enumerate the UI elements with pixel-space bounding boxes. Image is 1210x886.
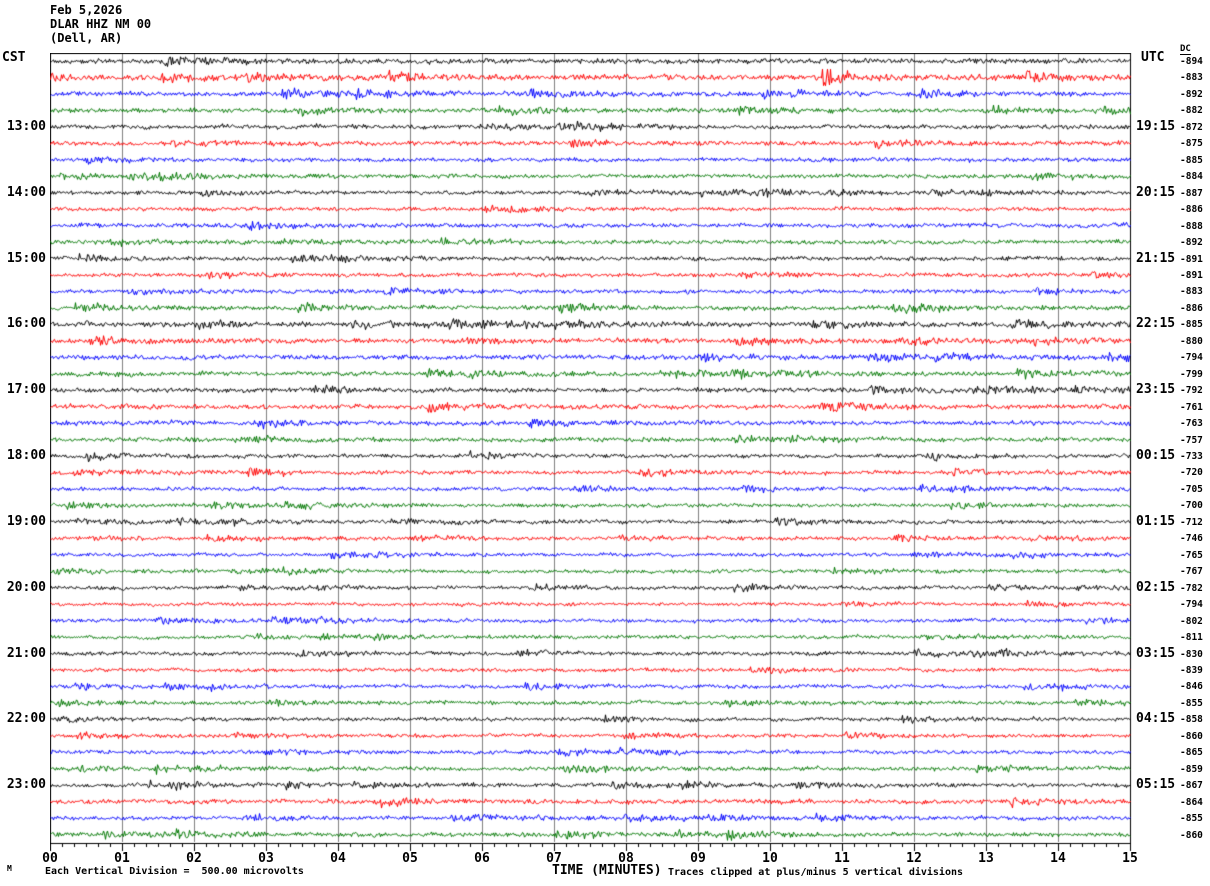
dc-offset-value: -891 (1180, 269, 1203, 281)
dc-offset-value: -894 (1180, 56, 1203, 67)
dc-offset-value: -720 (1180, 467, 1203, 479)
minute-tick-label: 00 (42, 851, 58, 866)
utc-hour-label: 04:15 (1136, 711, 1176, 727)
utc-hour-label: 02:15 (1136, 579, 1176, 595)
minute-tick-label: 04 (330, 851, 346, 866)
dc-offset-value: -885 (1180, 319, 1203, 331)
dc-offset-value: -799 (1180, 368, 1203, 380)
dc-offset-value: -882 (1180, 105, 1203, 117)
utc-hour-label: 19:15 (1136, 118, 1176, 134)
minute-tick-label: 01 (114, 851, 130, 866)
cst-hour-label: 17:00 (6, 382, 46, 398)
dc-offset-value: -860 (1180, 829, 1203, 841)
utc-hour-label: 21:15 (1136, 250, 1176, 266)
dc-offset-value: -761 (1180, 401, 1203, 413)
minute-tick-label: 06 (474, 851, 490, 866)
cst-hour-label: 15:00 (6, 250, 46, 266)
dc-offset-value: -792 (1180, 385, 1203, 397)
cst-hour-label: 22:00 (6, 711, 46, 727)
clipping-note: Traces clipped at plus/minus 5 vertical … (668, 867, 964, 878)
utc-hour-label: 23:15 (1136, 382, 1176, 398)
vertical-scale-note: Each Vertical Division = 500.00 microvol… (45, 866, 304, 877)
dc-offset-value: -884 (1180, 171, 1203, 183)
dc-offset-value: -855 (1180, 697, 1203, 709)
dc-offset-value: -733 (1180, 451, 1203, 462)
dc-offset-value: -794 (1180, 352, 1203, 364)
dc-offset-value: -867 (1180, 780, 1203, 792)
date-label: Feb 5,2026 (50, 3, 123, 17)
cst-hour-label: 19:00 (6, 513, 46, 529)
dc-offset-value: -746 (1180, 533, 1203, 545)
minute-tick-label: 11 (834, 851, 850, 866)
dc-offset-value: -802 (1180, 615, 1203, 627)
minute-tick-label: 05 (402, 851, 418, 866)
right-timezone-label: UTC (1141, 50, 1165, 65)
dc-offset-value: -846 (1180, 681, 1203, 693)
utc-hour-label: 20:15 (1136, 184, 1176, 200)
station-location-label: (Dell, AR) (50, 31, 123, 45)
watermark-glyph: M (7, 864, 12, 873)
utc-hour-label: 00:15 (1136, 448, 1176, 463)
dc-offset-value: -830 (1180, 648, 1203, 660)
dc-offset-value: -883 (1180, 72, 1203, 84)
dc-offset-value: -887 (1180, 187, 1203, 199)
utc-hour-label: 01:15 (1136, 513, 1176, 529)
utc-hour-label: 05:15 (1136, 777, 1176, 793)
dc-offset-value: -763 (1180, 418, 1203, 430)
dc-offset-value: -767 (1180, 566, 1203, 578)
dc-offset-value: -859 (1180, 763, 1203, 775)
dc-offset-value: -860 (1180, 730, 1203, 742)
seismogram-plot (50, 53, 1132, 853)
cst-hour-label: 20:00 (6, 579, 46, 595)
dc-offset-value: -782 (1180, 582, 1203, 594)
cst-hour-label: 14:00 (6, 184, 46, 200)
dc-offset-value: -855 (1180, 813, 1203, 825)
dc-offset-value: -872 (1180, 121, 1203, 133)
dc-offset-value: -839 (1180, 664, 1203, 676)
dc-offset-value: -875 (1180, 138, 1203, 150)
dc-offset-value: -757 (1180, 434, 1203, 446)
dc-offset-value: -865 (1180, 747, 1203, 759)
station-code-label: DLAR HHZ NM 00 (50, 17, 152, 31)
title-block: Feb 5,2026 DLAR HHZ NM 00 (Dell, AR) (50, 3, 151, 45)
cst-hour-label: 16:00 (6, 316, 46, 332)
dc-offset-value: -811 (1180, 632, 1203, 644)
minute-tick-label: 02 (186, 851, 202, 866)
minute-tick-label: 03 (258, 851, 274, 866)
dc-offset-value: -883 (1180, 286, 1203, 298)
dc-offset-column-header: DC (1180, 44, 1191, 55)
minute-tick-label: 12 (906, 851, 922, 866)
cst-hour-label: 21:00 (6, 645, 46, 661)
dc-offset-value: -886 (1180, 204, 1203, 216)
minute-tick-label: 10 (762, 851, 778, 866)
dc-offset-value: -892 (1180, 237, 1203, 249)
minute-tick-label: 14 (1050, 851, 1066, 866)
cst-hour-label: 18:00 (6, 448, 46, 463)
minute-tick-label: 09 (690, 851, 706, 866)
dc-offset-value: -864 (1180, 796, 1203, 808)
dc-offset-value: -765 (1180, 549, 1203, 561)
minute-tick-label: 15 (1122, 851, 1138, 866)
dc-offset-value: -886 (1180, 302, 1203, 314)
minute-tick-label: 13 (978, 851, 994, 866)
left-timezone-label: CST (2, 50, 26, 65)
cst-hour-label: 23:00 (6, 777, 46, 793)
dc-offset-value: -885 (1180, 154, 1203, 166)
utc-hour-label: 22:15 (1136, 316, 1176, 332)
dc-offset-value: -794 (1180, 599, 1203, 611)
dc-offset-value: -705 (1180, 483, 1203, 495)
dc-offset-value: -712 (1180, 516, 1203, 528)
utc-hour-label: 03:15 (1136, 645, 1176, 661)
cst-hour-label: 13:00 (6, 118, 46, 134)
helicorder-page: Feb 5,2026 DLAR HHZ NM 00 (Dell, AR) CST… (0, 0, 1210, 886)
dc-offset-value: -892 (1180, 88, 1203, 100)
dc-offset-value: -891 (1180, 253, 1203, 265)
dc-offset-value: -700 (1180, 500, 1203, 512)
dc-offset-value: -858 (1180, 714, 1203, 726)
x-axis-title: TIME (MINUTES) (552, 863, 662, 878)
dc-offset-value: -880 (1180, 335, 1203, 347)
dc-offset-value: -888 (1180, 220, 1203, 232)
